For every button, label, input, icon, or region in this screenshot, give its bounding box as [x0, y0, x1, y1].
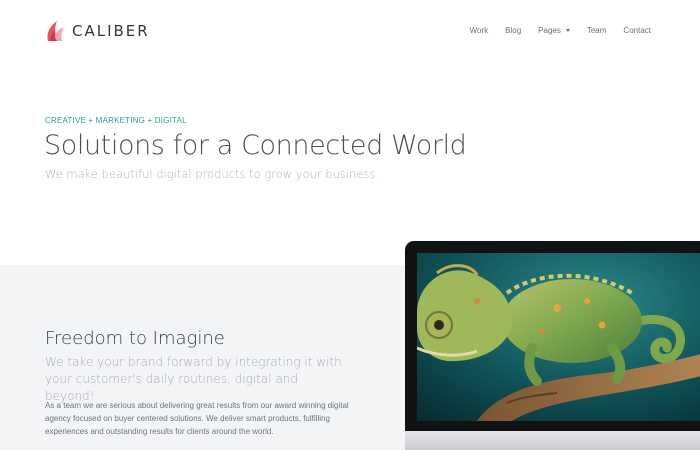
- flame-leaf-logo-icon: [47, 21, 64, 41]
- nav-item-work[interactable]: Work: [470, 26, 489, 35]
- device-screen: [417, 253, 700, 421]
- nav-item-team[interactable]: Team: [587, 26, 607, 35]
- main-nav: Work Blog Pages Team Contact: [453, 26, 651, 35]
- chameleon-image: [417, 253, 700, 421]
- hero-eyebrow: CREATIVE + MARKETING + DIGITAL: [45, 116, 187, 125]
- hero-title: Solutions for a Connected World: [44, 130, 467, 161]
- brand-logo[interactable]: CALIBER: [45, 18, 150, 44]
- navbar: CALIBER Work Blog Pages Team Contact: [0, 0, 700, 62]
- feature-title: Freedom to Imagine: [45, 328, 225, 349]
- hero-subtitle: We make beautiful digital products to gr…: [45, 167, 380, 181]
- nav-item-contact[interactable]: Contact: [623, 26, 651, 35]
- caret-down-icon: [565, 29, 570, 32]
- nav-item-pages[interactable]: Pages: [538, 26, 570, 35]
- nav-item-pages-label: Pages: [538, 26, 561, 35]
- device-chin: [405, 431, 700, 450]
- device-mockup: [405, 241, 700, 450]
- brand-name: CALIBER: [72, 22, 150, 40]
- feature-body: As a team we are serious about deliverin…: [45, 401, 349, 436]
- feature-lead: We take your brand forward by integratin…: [45, 355, 342, 403]
- nav-item-blog[interactable]: Blog: [505, 26, 521, 35]
